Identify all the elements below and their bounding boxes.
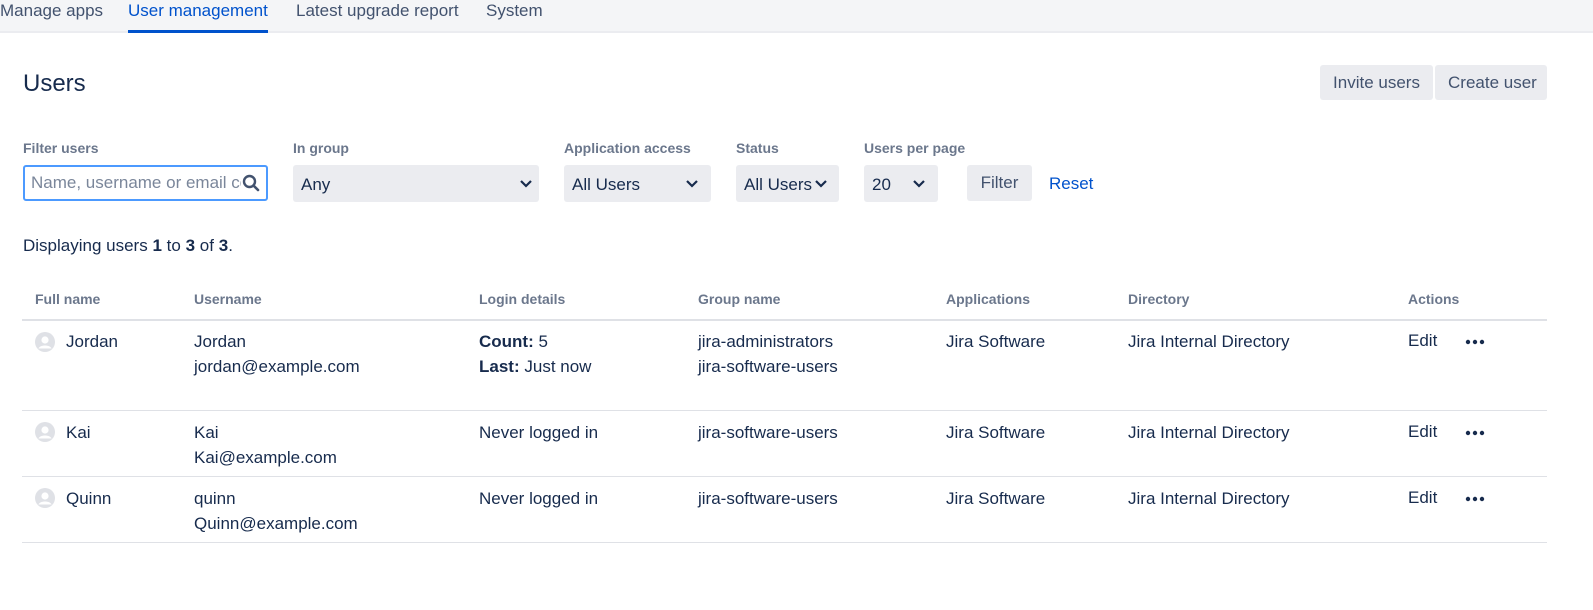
login-details: Never logged in — [479, 423, 599, 442]
chevron-down-icon — [913, 180, 925, 188]
row-divider — [22, 476, 1547, 477]
users-per-page-label: Users per page — [864, 140, 966, 156]
more-actions-icon[interactable] — [1465, 496, 1485, 502]
create-user-button[interactable]: Create user — [1435, 65, 1547, 100]
page-title: Users — [23, 70, 86, 97]
group-link[interactable]: jira-software-users — [698, 354, 838, 379]
results-summary: Displaying users 1 to 3 of 3. — [23, 236, 233, 256]
invite-users-button[interactable]: Invite users — [1320, 65, 1433, 100]
tab-manage-apps[interactable]: Manage apps — [0, 0, 103, 33]
group-link[interactable]: jira-software-users — [698, 486, 838, 511]
login-count: Count: 5 — [479, 329, 548, 354]
edit-user-link[interactable]: Edit — [1408, 419, 1437, 444]
directory-name: Jira Internal Directory — [1128, 332, 1290, 351]
user-full-name-link[interactable]: Jordan — [66, 329, 118, 354]
application-name: Jira Software — [946, 423, 1046, 442]
more-actions-icon[interactable] — [1465, 339, 1485, 345]
filter-users-input[interactable] — [31, 173, 241, 193]
tab-system[interactable]: System — [486, 0, 543, 33]
users-per-page-value: 20 — [872, 175, 891, 194]
avatar-icon — [35, 332, 55, 352]
directory-name: Jira Internal Directory — [1128, 489, 1290, 508]
row-divider — [22, 410, 1547, 411]
chevron-down-icon — [520, 180, 532, 188]
edit-user-link[interactable]: Edit — [1408, 328, 1437, 353]
column-header-directory: Directory — [1128, 291, 1190, 307]
row-divider — [22, 542, 1547, 543]
reset-link[interactable]: Reset — [1049, 174, 1093, 194]
filter-button[interactable]: Filter — [967, 165, 1032, 201]
summary-prefix: Displaying users — [23, 236, 148, 255]
summary-of-word: of — [199, 236, 214, 255]
column-header-actions: Actions — [1408, 291, 1460, 307]
column-header-group-name: Group name — [698, 291, 781, 307]
user-email-link[interactable]: jordan@example.com — [194, 354, 360, 379]
status-value: All Users — [744, 175, 813, 194]
user-full-name-link[interactable]: Quinn — [66, 486, 111, 511]
admin-tabs-bar: Manage apps User management Latest upgra… — [0, 0, 1593, 33]
summary-suffix: . — [228, 236, 233, 255]
tab-user-management[interactable]: User management — [128, 0, 268, 33]
login-count-label: Count: — [479, 332, 534, 351]
in-group-select[interactable]: Any — [293, 165, 539, 202]
filter-users-label: Filter users — [23, 140, 99, 156]
filter-users-field[interactable] — [23, 165, 268, 201]
summary-total: 3 — [218, 236, 229, 255]
login-details: Never logged in — [479, 489, 599, 508]
in-group-value: Any — [301, 175, 331, 194]
search-icon — [242, 174, 260, 192]
summary-to: 3 — [185, 236, 196, 255]
edit-user-link[interactable]: Edit — [1408, 485, 1437, 510]
tab-latest-upgrade-report[interactable]: Latest upgrade report — [296, 0, 459, 33]
login-last: Last: Just now — [479, 354, 591, 379]
column-header-applications: Applications — [946, 291, 1031, 307]
in-group-label: In group — [293, 140, 349, 156]
login-last-label: Last: — [479, 357, 520, 376]
summary-from: 1 — [152, 236, 162, 255]
application-name: Jira Software — [946, 489, 1046, 508]
column-header-full-name: Full name — [35, 291, 101, 307]
directory-name: Jira Internal Directory — [1128, 423, 1290, 442]
users-per-page-select[interactable]: 20 — [864, 165, 938, 202]
column-header-username: Username — [194, 291, 262, 307]
application-access-value: All Users — [572, 175, 641, 194]
status-select[interactable]: All Users — [736, 165, 839, 202]
status-label: Status — [736, 140, 779, 156]
group-link[interactable]: jira-administrators — [698, 329, 833, 354]
avatar-icon — [35, 422, 55, 442]
group-link[interactable]: jira-software-users — [698, 420, 838, 445]
avatar-icon — [35, 488, 55, 508]
summary-to-word: to — [166, 236, 181, 255]
username: Jordan — [194, 332, 246, 351]
login-count-value: 5 — [538, 332, 548, 351]
login-last-value: Just now — [524, 357, 592, 376]
user-email-link[interactable]: Kai@example.com — [194, 445, 337, 470]
chevron-down-icon — [815, 180, 827, 188]
more-actions-icon[interactable] — [1465, 430, 1485, 436]
application-access-select[interactable]: All Users — [564, 165, 711, 202]
username: Kai — [194, 423, 219, 442]
application-name: Jira Software — [946, 332, 1046, 351]
application-access-label: Application access — [564, 140, 691, 156]
column-header-login-details: Login details — [479, 291, 566, 307]
user-full-name-link[interactable]: Kai — [66, 420, 91, 445]
table-header-divider — [22, 319, 1547, 321]
chevron-down-icon — [686, 180, 698, 188]
username: quinn — [194, 489, 236, 508]
user-email-link[interactable]: Quinn@example.com — [194, 511, 358, 536]
